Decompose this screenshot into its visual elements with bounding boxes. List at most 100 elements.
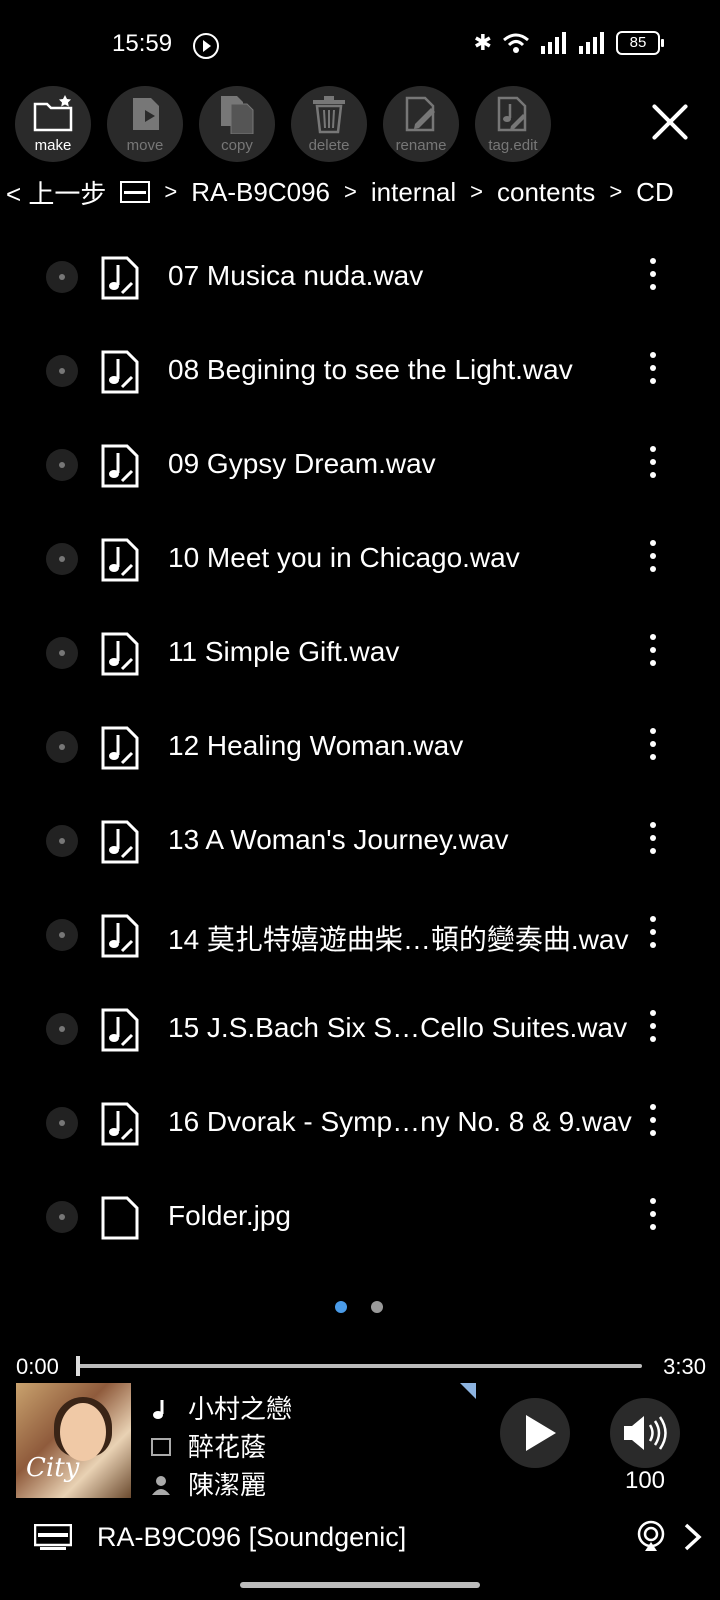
album-name: 醉花蔭 bbox=[188, 1431, 267, 1462]
breadcrumb-item-cd[interactable]: CD bbox=[636, 177, 674, 208]
close-button[interactable] bbox=[650, 102, 690, 142]
make-button[interactable]: make bbox=[15, 86, 91, 162]
bluetooth-icon: ✱ bbox=[473, 30, 492, 55]
file-row[interactable]: 15 J.S.Bach Six S…Cello Suites.wav bbox=[0, 982, 720, 1076]
audio-file-icon bbox=[100, 443, 140, 489]
page-dot-2[interactable] bbox=[371, 1301, 383, 1313]
copy-label: copy bbox=[221, 137, 253, 154]
artist-line: 陳潔麗 bbox=[150, 1464, 292, 1502]
select-radio[interactable] bbox=[46, 261, 78, 293]
file-name: 13 A Woman's Journey.wav bbox=[168, 824, 509, 855]
chevron-right-icon[interactable] bbox=[680, 1522, 706, 1552]
elapsed-time: 0:00 bbox=[16, 1354, 59, 1379]
airplay-icon[interactable] bbox=[635, 1520, 667, 1552]
breadcrumb-separator: > bbox=[609, 179, 623, 204]
file-row[interactable]: 10 Meet you in Chicago.wav bbox=[0, 512, 720, 606]
breadcrumb-item-contents[interactable]: contents bbox=[497, 177, 595, 208]
audio-file-icon bbox=[100, 537, 140, 583]
file-name: 07 Musica nuda.wav bbox=[168, 260, 424, 291]
volume-button[interactable] bbox=[610, 1398, 680, 1468]
file-name: 12 Healing Woman.wav bbox=[168, 730, 464, 761]
seek-handle[interactable] bbox=[76, 1356, 80, 1376]
more-options-icon[interactable] bbox=[650, 1104, 656, 1140]
file-row[interactable]: 14 莫扎特嬉遊曲柴…頓的變奏曲.wav bbox=[0, 888, 720, 982]
artist-name: 陳潔麗 bbox=[188, 1469, 267, 1500]
more-options-icon[interactable] bbox=[650, 728, 656, 764]
total-duration: 3:30 bbox=[663, 1354, 706, 1379]
battery-icon: 85 bbox=[616, 31, 664, 55]
device-icon[interactable] bbox=[120, 181, 151, 203]
more-options-icon[interactable] bbox=[650, 822, 656, 858]
file-row[interactable]: 08 Begining to see the Light.wav bbox=[0, 324, 720, 418]
rename-button[interactable]: rename bbox=[383, 86, 459, 162]
renderer-bar[interactable]: RA-B9C096 [Soundgenic] bbox=[0, 1514, 720, 1560]
delete-button[interactable]: delete bbox=[291, 86, 367, 162]
file-row[interactable]: 11 Simple Gift.wav bbox=[0, 606, 720, 700]
select-radio[interactable] bbox=[46, 1013, 78, 1045]
person-icon bbox=[150, 1472, 172, 1495]
file-row[interactable]: 09 Gypsy Dream.wav bbox=[0, 418, 720, 512]
audio-file-icon bbox=[100, 1007, 140, 1053]
select-radio[interactable] bbox=[46, 1107, 78, 1139]
more-options-icon[interactable] bbox=[650, 1010, 656, 1046]
select-radio[interactable] bbox=[46, 1201, 78, 1233]
signal-icon bbox=[540, 32, 568, 54]
seek-bar[interactable] bbox=[78, 1364, 642, 1368]
move-button[interactable]: move bbox=[107, 86, 183, 162]
more-options-icon[interactable] bbox=[650, 540, 656, 576]
play-button[interactable] bbox=[500, 1398, 570, 1468]
speaker-icon bbox=[624, 1416, 667, 1450]
music-note-icon bbox=[150, 1396, 172, 1419]
media-playing-icon bbox=[193, 33, 219, 59]
file-name: 16 Dvorak - Symp…ny No. 8 & 9.wav bbox=[168, 1106, 632, 1137]
renderer-name: RA-B9C096 [Soundgenic] bbox=[97, 1522, 407, 1552]
track-title: 小村之戀 bbox=[188, 1393, 293, 1424]
more-options-icon[interactable] bbox=[650, 634, 656, 670]
volume-level: 100 bbox=[624, 1467, 666, 1494]
new-folder-icon bbox=[15, 94, 91, 134]
status-icons: ✱ 85 bbox=[473, 30, 664, 56]
breadcrumb-item-internal[interactable]: internal bbox=[371, 177, 456, 208]
file-name: 08 Begining to see the Light.wav bbox=[168, 354, 573, 385]
select-radio[interactable] bbox=[46, 825, 78, 857]
select-radio[interactable] bbox=[46, 637, 78, 669]
select-radio[interactable] bbox=[46, 543, 78, 575]
audio-file-icon bbox=[100, 819, 140, 865]
now-playing-info[interactable]: 小村之戀 醉花蔭 陳潔麗 bbox=[150, 1388, 292, 1502]
select-radio[interactable] bbox=[46, 731, 78, 763]
breadcrumb-item-device[interactable]: RA-B9C096 bbox=[191, 177, 330, 208]
rename-icon bbox=[383, 94, 459, 134]
make-label: make bbox=[34, 137, 72, 154]
audio-file-icon bbox=[100, 349, 140, 395]
rename-label: rename bbox=[395, 137, 447, 154]
file-list: 07 Musica nuda.wav 08 Begining to see the… bbox=[0, 230, 720, 1264]
home-indicator[interactable] bbox=[240, 1582, 480, 1588]
more-options-icon[interactable] bbox=[650, 916, 656, 952]
file-row[interactable]: 16 Dvorak - Symp…ny No. 8 & 9.wav bbox=[0, 1076, 720, 1170]
copy-button[interactable]: copy bbox=[199, 86, 275, 162]
audio-file-icon bbox=[100, 255, 140, 301]
copy-icon bbox=[199, 94, 275, 134]
breadcrumb-separator: > bbox=[164, 179, 178, 204]
more-options-icon[interactable] bbox=[650, 1198, 656, 1234]
file-row[interactable]: 12 Healing Woman.wav bbox=[0, 700, 720, 794]
album-cover[interactable]: City bbox=[16, 1383, 131, 1498]
back-link[interactable]: < 上一步 bbox=[6, 174, 106, 211]
page-dot-1[interactable] bbox=[335, 1301, 347, 1313]
more-options-icon[interactable] bbox=[650, 446, 656, 482]
tag-edit-label: tag.edit bbox=[488, 137, 538, 154]
signal-icon-2 bbox=[578, 32, 606, 54]
more-options-icon[interactable] bbox=[650, 258, 656, 294]
file-row[interactable]: Folder.jpg bbox=[0, 1170, 720, 1264]
tag-edit-icon bbox=[475, 94, 551, 134]
select-radio[interactable] bbox=[46, 919, 78, 951]
file-name: 11 Simple Gift.wav bbox=[168, 636, 400, 667]
tag-edit-button[interactable]: tag.edit bbox=[475, 86, 551, 162]
breadcrumb-separator: > bbox=[470, 179, 484, 204]
file-row[interactable]: 07 Musica nuda.wav bbox=[0, 230, 720, 324]
file-row[interactable]: 13 A Woman's Journey.wav bbox=[0, 794, 720, 888]
select-radio[interactable] bbox=[46, 449, 78, 481]
more-options-icon[interactable] bbox=[650, 352, 656, 388]
audio-file-icon bbox=[100, 1101, 140, 1147]
select-radio[interactable] bbox=[46, 355, 78, 387]
